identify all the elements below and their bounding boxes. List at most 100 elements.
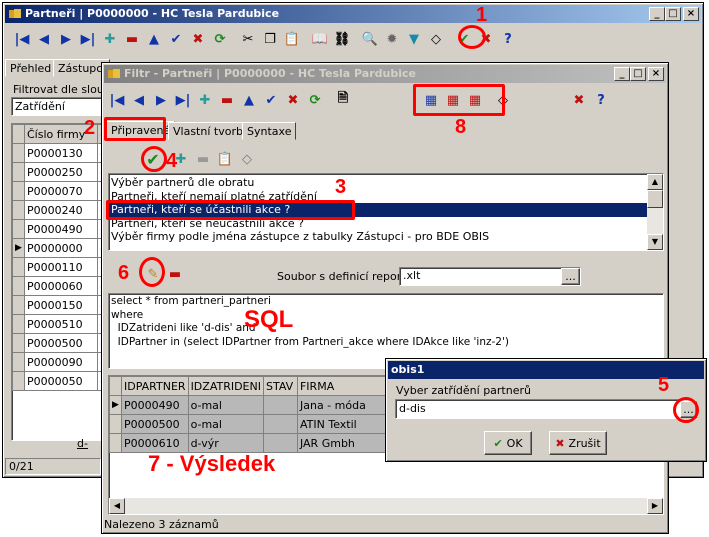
classification-input[interactable]: d-dis — [395, 399, 681, 419]
cancel-icon[interactable]: ✖ — [568, 89, 590, 111]
result-cell[interactable]: P0000490 — [121, 395, 189, 415]
refresh-icon[interactable]: ⟳ — [304, 89, 326, 111]
refresh-icon[interactable]: ⟳ — [209, 28, 231, 50]
scroll-up-button[interactable]: ▲ — [647, 174, 663, 190]
cell-cislo-firmy[interactable]: P0000240 — [23, 200, 99, 220]
remove-filter-icon[interactable]: ▬ — [192, 148, 214, 170]
maximize-button[interactable]: □ — [630, 67, 646, 81]
result-cell[interactable]: o-mal — [187, 414, 264, 434]
footer-link[interactable]: d- — [77, 437, 88, 450]
copy-filter-icon[interactable]: 📋 — [214, 148, 236, 170]
search-icon[interactable]: 🔍 — [359, 28, 381, 50]
edit-record-icon[interactable]: ▲ — [143, 28, 165, 50]
result-column-header[interactable]: IDPARTNER — [121, 376, 189, 396]
partners-grid[interactable]: Číslo firmyo-r P0000130o-rP0000250o-rP00… — [11, 123, 107, 441]
result-cell[interactable]: P0000500 — [121, 414, 189, 434]
minimize-button[interactable]: _ — [614, 67, 630, 81]
close-button[interactable]: × — [648, 67, 664, 81]
list-scrollbar[interactable]: ▲ ▼ — [647, 174, 663, 250]
table-row[interactable]: P0000060o-r — [12, 276, 106, 296]
results-hscrollbar[interactable]: ◀ ▶ — [109, 498, 663, 514]
help-icon[interactable]: ? — [497, 28, 519, 50]
scroll-left-button[interactable]: ◀ — [109, 498, 125, 514]
scroll-thumb[interactable] — [647, 190, 663, 208]
table-row[interactable]: P0000050o-r — [12, 371, 106, 391]
first-record-icon[interactable]: |◀ — [106, 89, 128, 111]
scroll-down-button[interactable]: ▼ — [647, 234, 663, 250]
cell-cislo-firmy[interactable]: P0000510 — [23, 314, 99, 334]
copy-icon[interactable]: ❐ — [259, 28, 281, 50]
post-record-icon[interactable]: ✔ — [165, 28, 187, 50]
list-item[interactable]: Výběr firmy podle jména zástupce z tabul… — [109, 230, 647, 244]
minimize-button[interactable]: _ — [649, 7, 665, 21]
next-record-icon[interactable]: ▶ — [55, 28, 77, 50]
table-row[interactable]: P0000090o-r — [12, 352, 106, 372]
result-row[interactable]: P0000500 o-mal ATIN Textil — [109, 414, 408, 434]
result-row[interactable]: P0000610 d-výr JAR Gmbh — [109, 433, 408, 453]
cancel-record-icon[interactable]: ✖ — [282, 89, 304, 111]
cell-cislo-firmy[interactable]: P0000150 — [23, 295, 99, 315]
cell-cislo-firmy[interactable]: P0000490 — [23, 219, 99, 239]
report-file-input[interactable]: .xlt — [399, 267, 581, 286]
cancel-record-icon[interactable]: ✖ — [187, 28, 209, 50]
table-row[interactable]: P0000500o-r — [12, 333, 106, 353]
result-cell[interactable] — [262, 414, 298, 434]
gear-icon[interactable]: ✹ — [381, 28, 403, 50]
result-row[interactable]: ▶ P0000490 o-mal Jana - móda — [109, 395, 408, 415]
prev-record-icon[interactable]: ◀ — [33, 28, 55, 50]
cancel-button[interactable]: ✖ Zrušit — [549, 431, 607, 455]
delete-record-icon[interactable]: ▬ — [216, 89, 238, 111]
cell-cislo-firmy[interactable]: P0000000 — [23, 238, 99, 258]
tab-prehled[interactable]: Přehled — [5, 59, 57, 77]
cell-cislo-firmy[interactable]: P0000500 — [23, 333, 99, 353]
cell-cislo-firmy[interactable]: P0000110 — [23, 257, 99, 277]
link-icon[interactable]: ⛓ — [331, 28, 353, 50]
table-row[interactable]: P0000240o-r — [12, 200, 106, 220]
cell-cislo-firmy[interactable]: P0000070 — [23, 181, 99, 201]
result-column-header[interactable]: IDZATRIDENI — [187, 376, 264, 396]
table-row[interactable]: P0000130o-r — [12, 143, 106, 163]
scroll-right-button[interactable]: ▶ — [647, 498, 663, 514]
cell-cislo-firmy[interactable]: P0000050 — [23, 371, 99, 391]
cell-cislo-firmy[interactable]: P0000090 — [23, 352, 99, 372]
result-cell[interactable]: o-mal — [187, 395, 264, 415]
add-record-icon[interactable]: ✚ — [99, 28, 121, 50]
cell-cislo-firmy[interactable]: P0000130 — [23, 143, 99, 163]
table-row[interactable]: P0000250o-r — [12, 162, 106, 182]
filter-column-select[interactable]: Zatřídění — [11, 97, 105, 116]
paste-icon[interactable]: 📋 — [281, 28, 303, 50]
result-cell[interactable] — [262, 433, 298, 453]
clear-filter-icon[interactable]: ◇ — [236, 148, 258, 170]
next-record-icon[interactable]: ▶ — [150, 89, 172, 111]
result-cell[interactable] — [262, 395, 298, 415]
delete-record-icon[interactable]: ▬ — [121, 28, 143, 50]
list-item[interactable]: Výběr partnerů dle obratu — [109, 176, 647, 190]
result-cell[interactable]: d-výr — [187, 433, 264, 453]
maximize-button[interactable]: □ — [665, 7, 681, 21]
help-icon[interactable]: ? — [590, 89, 612, 111]
cut-icon[interactable]: ✂ — [237, 28, 259, 50]
table-row[interactable]: P0000110o-r — [12, 257, 106, 277]
add-record-icon[interactable]: ✚ — [194, 89, 216, 111]
book-icon[interactable]: 📖 — [309, 28, 331, 50]
last-record-icon[interactable]: ▶| — [172, 89, 194, 111]
report-browse-button[interactable]: ... — [561, 268, 580, 285]
tab-syntaxe[interactable]: Syntaxe — [242, 122, 297, 140]
prev-record-icon[interactable]: ◀ — [128, 89, 150, 111]
table-row[interactable]: P0000510o-r — [12, 314, 106, 334]
close-button[interactable]: × — [683, 7, 699, 21]
table-row[interactable]: P0000070o-r — [12, 181, 106, 201]
cell-cislo-firmy[interactable]: P0000250 — [23, 162, 99, 182]
edit-record-icon[interactable]: ▲ — [238, 89, 260, 111]
result-cell[interactable]: P0000610 — [121, 433, 189, 453]
table-row[interactable]: P0000490o-r — [12, 219, 106, 239]
result-column-header[interactable]: STAV — [262, 376, 298, 396]
post-record-icon[interactable]: ✔ — [260, 89, 282, 111]
cell-cislo-firmy[interactable]: P0000060 — [23, 276, 99, 296]
clear-sql-icon[interactable]: ▬ — [164, 263, 186, 285]
table-row[interactable]: ▶P0000000o-r — [12, 238, 106, 258]
print-preview-icon[interactable]: 🗎 — [332, 89, 354, 111]
filter-icon[interactable]: ▼ — [403, 28, 425, 50]
last-record-icon[interactable]: ▶| — [77, 28, 99, 50]
table-row[interactable]: P0000150o-r — [12, 295, 106, 315]
